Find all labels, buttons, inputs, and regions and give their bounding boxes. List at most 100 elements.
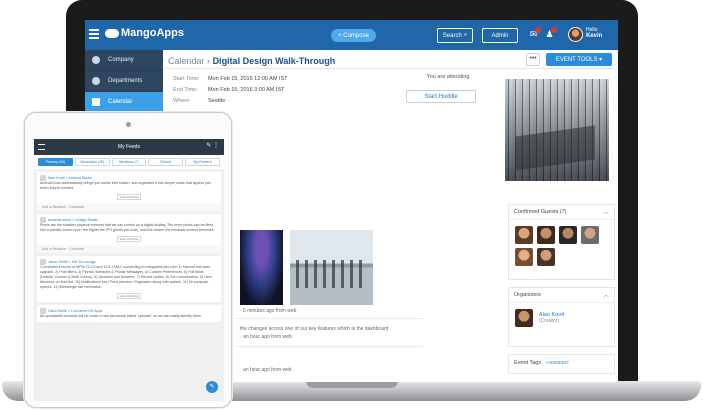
post-author[interactable]: Alan Knott > Android Studio	[48, 176, 92, 180]
chevron-up-icon[interactable]: ︿	[603, 290, 609, 299]
tags-header: Event Tags +ADD/EDIT	[509, 355, 614, 371]
confirmed-guests-card: Confirmed Guests (7) ︿	[508, 204, 615, 280]
sidebar-item-label: Departments	[108, 78, 143, 84]
end-time-label: End Time:	[173, 87, 198, 93]
top-bar: MangoApps + Compose Search ⌕ Admin ✉ ♟ H…	[85, 20, 618, 50]
organizers-header[interactable]: Organizers ︿	[509, 288, 614, 303]
tab-my-feeds[interactable]: My Feeds ▾	[185, 158, 220, 166]
reaction-bar[interactable]: Add a Reaction · Comment	[37, 245, 221, 253]
divider	[235, 346, 423, 347]
post-text: Pixels are the smallest physical element…	[40, 223, 215, 232]
organizers-card: Organizers ︿ Alan Knott (Creator)	[508, 287, 615, 347]
divider	[163, 68, 618, 69]
add-edit-tags-link[interactable]: +ADD/EDIT	[546, 360, 570, 365]
start-time-value: Mon Feb 15, 2016 12:00 AM IST	[208, 76, 288, 82]
tablet-screen: My Feeds ✎ ⋮ Primary (16) Secondary (18)…	[34, 139, 224, 401]
calendar-icon	[92, 98, 100, 106]
compose-icon[interactable]: ✎ ⋮	[206, 142, 219, 149]
menu-icon[interactable]	[38, 144, 45, 150]
guests-title: Confirmed Guests (7)	[514, 209, 567, 215]
avatar[interactable]	[515, 248, 533, 266]
start-time-label: Start Time:	[173, 76, 200, 82]
chat-badge	[535, 27, 541, 33]
avatar[interactable]	[568, 27, 583, 42]
tablet-device: My Feeds ✎ ⋮ Primary (16) Secondary (18)…	[24, 112, 232, 408]
tablet-top-bar: My Feeds ✎ ⋮	[34, 139, 224, 155]
divider	[235, 318, 423, 319]
breadcrumb-calendar[interactable]: Calendar	[168, 56, 205, 66]
cloud-icon	[105, 28, 119, 38]
search-button[interactable]: Search ⌕	[437, 28, 473, 43]
breadcrumb-separator: ›	[207, 56, 211, 66]
app-logo[interactable]: MangoApps	[105, 27, 184, 39]
compose-button[interactable]: + Compose	[331, 29, 376, 42]
feed-post-time: · an hour ago from web	[240, 334, 292, 340]
devices-showcase: MangoApps + Compose Search ⌕ Admin ✉ ♟ H…	[0, 0, 703, 411]
avatar[interactable]	[559, 226, 577, 244]
event-tools-button[interactable]: EVENT TOOLS ▾	[546, 53, 612, 66]
end-time-value: Mon Feb 15, 2016 3:00 AM IST	[208, 87, 285, 93]
organizer-role: (Creator)	[539, 318, 560, 324]
sidebar-item-company[interactable]: Company	[85, 50, 163, 71]
post-text: Connected a bunch of MFW 11.0.0 and 11.0…	[40, 265, 212, 289]
post-author[interactable]: Amanda stone > Design Studio	[48, 218, 98, 222]
event-title: Digital Design Walk-Through	[212, 56, 336, 66]
event-cover-image	[502, 76, 612, 184]
tab-mentions[interactable]: Mentions (7)	[111, 158, 147, 166]
attendance-status: You are attending	[426, 74, 470, 80]
camera-icon	[126, 122, 131, 127]
view-full-post-button[interactable]: View Full Post	[117, 194, 141, 200]
chevron-up-icon[interactable]: ︿	[603, 207, 609, 216]
page-title: Calendar › Digital Design Walk-Through	[168, 56, 335, 66]
sidebar-item-label: Company	[108, 57, 134, 63]
user-greeting[interactable]: Hello Kevin	[586, 27, 602, 39]
feed-photo[interactable]	[290, 230, 373, 305]
avatar[interactable]	[515, 309, 533, 327]
tablet-title: My Feeds	[118, 144, 140, 150]
post-author[interactable]: Clara Smith > LuxCarrie iOS Apps	[48, 309, 102, 313]
avatar[interactable]	[537, 226, 555, 244]
admin-button[interactable]: Admin	[482, 28, 518, 43]
view-full-post-button[interactable]: View Full Post	[117, 236, 141, 242]
guests-header[interactable]: Confirmed Guests (7) ︿	[509, 205, 614, 220]
reaction-bar[interactable]: Add a Reaction · Comment	[37, 203, 221, 211]
location-row: Where: Seattle	[173, 98, 225, 104]
globe-icon	[92, 56, 100, 64]
organizer-item[interactable]: Alan Knott (Creator)	[509, 303, 614, 333]
tab-secondary[interactable]: Secondary (18)	[74, 158, 110, 166]
list-item[interactable]: Jason Smith > MS 2A Lounge Connected a b…	[37, 256, 221, 302]
feed-post-time: · 0 minutes ago from web	[240, 308, 297, 314]
feed-post-text: the changes across one of our key featur…	[240, 326, 389, 332]
end-time-row: End Time: Mon Feb 15, 2016 3:00 AM IST	[173, 87, 284, 93]
sidebar-item-label: Calendar	[108, 99, 133, 105]
location-label: Where:	[173, 98, 191, 104]
list-item[interactable]: Alan Knott > Android Studio Android Auto…	[37, 172, 221, 203]
menu-icon[interactable]	[89, 29, 99, 41]
list-item[interactable]: Amanda stone > Design Studio Pixels are …	[37, 214, 221, 245]
search-icon: ⌕	[463, 32, 468, 38]
post-text: Android Auto automatically brings you us…	[40, 181, 211, 190]
avatar[interactable]	[581, 226, 599, 244]
view-full-post-button[interactable]: View Full Post	[117, 293, 141, 299]
tags-title: Event Tags	[514, 360, 542, 366]
start-time-row: Start Time: Mon Feb 15, 2016 12:00 AM IS…	[173, 76, 288, 82]
sidebar-item-calendar[interactable]: Calendar	[85, 92, 163, 113]
laptop-notch	[306, 381, 398, 388]
building-icon	[92, 77, 100, 85]
avatar[interactable]	[515, 226, 533, 244]
list-item[interactable]: Clara Smith > LuxCarrie iOS Apps All upl…	[37, 305, 221, 322]
post-author[interactable]: Jason Smith > MS 2A Lounge	[48, 260, 95, 264]
tab-primary[interactable]: Primary (16)	[38, 158, 73, 166]
start-huddle-button[interactable]: Start Huddle	[406, 90, 476, 103]
location-value: Seattle	[208, 98, 226, 104]
compose-fab-button[interactable]: ✎	[206, 381, 218, 393]
search-label: Search	[442, 32, 462, 39]
more-button[interactable]: •••	[526, 53, 540, 66]
tab-pinned[interactable]: Pinned	[148, 158, 184, 166]
post-text: All uploadable products will be under a …	[40, 314, 202, 318]
feed-photo[interactable]	[240, 230, 283, 305]
avatar[interactable]	[537, 248, 555, 266]
organizers-title: Organizers	[514, 292, 541, 298]
sidebar-item-departments[interactable]: Departments	[85, 71, 163, 92]
user-name: Kevin	[586, 33, 603, 39]
